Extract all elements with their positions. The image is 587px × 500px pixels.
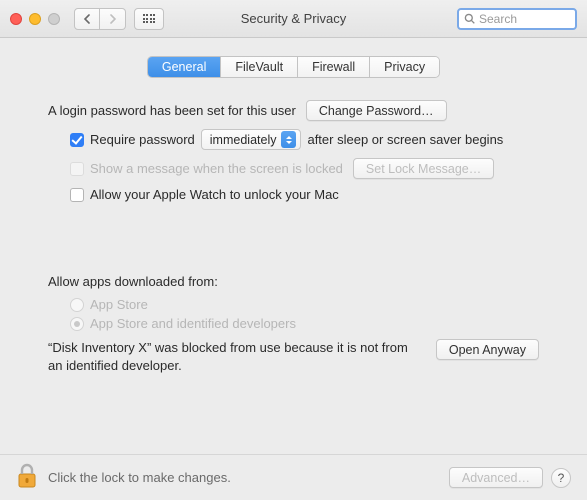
chevron-left-icon	[83, 14, 92, 24]
nav-buttons	[74, 8, 126, 30]
search-field[interactable]: Search	[457, 8, 577, 30]
apple-watch-checkbox[interactable]	[70, 188, 84, 202]
change-password-button[interactable]: Change Password…	[306, 100, 447, 121]
require-delay-value: immediately	[210, 133, 277, 147]
radio-appstore-label: App Store	[90, 297, 148, 312]
popup-arrows-icon	[281, 131, 296, 148]
tabs-bar: General FileVault Firewall Privacy	[30, 56, 557, 78]
download-heading: Allow apps downloaded from:	[48, 274, 218, 289]
footer-bar: Click the lock to make changes. Advanced…	[0, 454, 587, 500]
show-all-prefs-button[interactable]	[134, 8, 164, 30]
back-button[interactable]	[74, 8, 100, 30]
advanced-button: Advanced…	[449, 467, 543, 488]
tab-privacy[interactable]: Privacy	[370, 57, 439, 77]
close-window-button[interactable]	[10, 13, 22, 25]
apple-watch-row: Allow your Apple Watch to unlock your Ma…	[48, 187, 539, 202]
lock-text: Click the lock to make changes.	[48, 470, 231, 485]
tab-filevault[interactable]: FileVault	[221, 57, 298, 77]
tab-firewall[interactable]: Firewall	[298, 57, 370, 77]
grid-icon	[143, 14, 156, 23]
blocked-app-message: “Disk Inventory X” was blocked from use …	[48, 339, 420, 374]
login-password-row: A login password has been set for this u…	[48, 100, 539, 121]
content-area: General FileVault Firewall Privacy A log…	[0, 38, 587, 374]
require-password-checkbox[interactable]	[70, 133, 84, 147]
download-heading-row: Allow apps downloaded from:	[48, 274, 539, 289]
chevron-right-icon	[108, 14, 117, 24]
lock-button[interactable]	[16, 463, 38, 492]
forward-button[interactable]	[100, 8, 126, 30]
tab-general[interactable]: General	[148, 57, 221, 77]
apple-watch-label: Allow your Apple Watch to unlock your Ma…	[90, 187, 339, 202]
show-message-checkbox	[70, 162, 84, 176]
search-placeholder: Search	[479, 12, 517, 26]
show-message-label: Show a message when the screen is locked	[90, 161, 343, 176]
require-password-label: Require password	[90, 132, 195, 147]
set-lock-message-button: Set Lock Message…	[353, 158, 494, 179]
lock-icon	[16, 463, 38, 489]
search-icon	[464, 13, 475, 24]
show-message-row: Show a message when the screen is locked…	[48, 158, 539, 179]
blocked-app-row: “Disk Inventory X” was blocked from use …	[48, 339, 539, 374]
radio-identified	[70, 317, 84, 331]
help-button[interactable]: ?	[551, 468, 571, 488]
radio-identified-row: App Store and identified developers	[48, 316, 539, 331]
title-bar: Security & Privacy Search	[0, 0, 587, 38]
require-password-row: Require password immediately after sleep…	[48, 129, 539, 150]
login-status-label: A login password has been set for this u…	[48, 103, 296, 118]
require-tail-label: after sleep or screen saver begins	[307, 132, 503, 147]
radio-appstore-row: App Store	[48, 297, 539, 312]
open-anyway-button[interactable]: Open Anyway	[436, 339, 539, 360]
window-controls	[10, 13, 60, 25]
zoom-window-button	[48, 13, 60, 25]
minimize-window-button[interactable]	[29, 13, 41, 25]
require-delay-popup[interactable]: immediately	[201, 129, 302, 150]
radio-identified-label: App Store and identified developers	[90, 316, 296, 331]
radio-appstore	[70, 298, 84, 312]
